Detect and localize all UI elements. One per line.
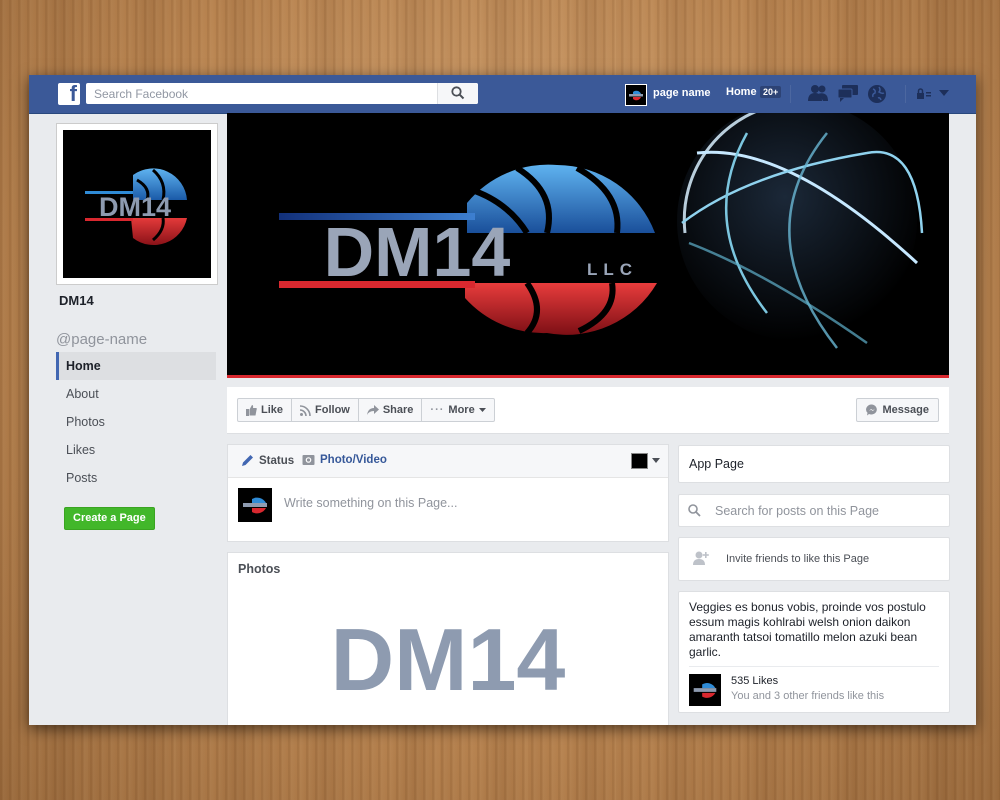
- likes-avatar: [689, 674, 721, 706]
- composer-tabs: Status Photo/Video: [228, 445, 668, 478]
- search-button[interactable]: [437, 83, 478, 104]
- sidebar-navigation: Home About Photos Likes Posts: [56, 352, 216, 492]
- messenger-icon: [865, 404, 877, 416]
- facebook-logo-letter: f: [69, 81, 77, 106]
- share-arrow-icon: [366, 405, 379, 415]
- action-button-group: Like Follow Share ··· More: [237, 398, 495, 422]
- dm14-mini-logo-icon: [693, 683, 717, 698]
- nav-divider-2: [905, 85, 906, 103]
- photos-logo-text: DM14: [331, 610, 566, 709]
- share-button-label: Share: [382, 404, 414, 416]
- friend-requests-icon[interactable]: [807, 84, 829, 102]
- profile-picture[interactable]: DM14: [56, 123, 218, 285]
- app-page-card[interactable]: App Page: [678, 445, 950, 483]
- sidebar-item-home[interactable]: Home: [56, 352, 216, 380]
- add-friend-icon: [693, 551, 709, 565]
- post-composer: Status Photo/Video Write something on th…: [227, 444, 669, 542]
- profile-logo-text: DM14: [99, 192, 171, 222]
- about-description: Veggies es bonus vobis, proinde vos post…: [689, 600, 926, 659]
- composer-avatar: [238, 488, 272, 522]
- page-action-bar: Like Follow Share ··· More Message: [227, 387, 949, 434]
- like-button[interactable]: Like: [238, 399, 293, 421]
- more-button[interactable]: ··· More: [422, 399, 493, 421]
- cover-logo-suffix: LLC: [587, 260, 638, 279]
- facebook-window: f page name Home 20+: [29, 75, 976, 725]
- top-navigation-bar: f page name Home 20+: [29, 75, 976, 114]
- privacy-lock-icon[interactable]: [916, 88, 932, 100]
- more-button-label: More: [448, 404, 475, 416]
- about-card: Veggies es bonus vobis, proinde vos post…: [678, 591, 950, 713]
- sidebar-item-posts[interactable]: Posts: [56, 464, 216, 492]
- invite-friends-label: Invite friends to like this Page: [726, 553, 870, 565]
- message-button-label: Message: [882, 404, 929, 416]
- home-notification-badge: 20+: [760, 86, 782, 98]
- basketball-graphic: [677, 113, 924, 349]
- notifications-globe-icon[interactable]: [867, 84, 887, 104]
- pencil-icon: [242, 455, 253, 466]
- dm14-mini-logo-icon: [243, 497, 267, 514]
- tab-photo-video[interactable]: Photo/Video: [302, 454, 387, 466]
- nav-divider: [790, 85, 791, 103]
- follow-button-label: Follow: [315, 404, 350, 416]
- page-posts-search-input[interactable]: [713, 500, 937, 522]
- photos-logo-image[interactable]: DM14: [228, 593, 668, 725]
- cover-logo-text: DM14: [324, 213, 511, 291]
- rss-follow-icon: [300, 404, 311, 416]
- sidebar-item-label: About: [66, 387, 99, 401]
- photo-tab-label: Photo/Video: [320, 454, 387, 466]
- sidebar-item-about[interactable]: About: [56, 380, 216, 408]
- dm14-mini-logo-icon: [629, 90, 643, 101]
- dm14-profile-logo: DM14: [85, 168, 187, 246]
- follow-button[interactable]: Follow: [292, 399, 359, 421]
- page-title[interactable]: DM14: [59, 293, 94, 308]
- likes-count[interactable]: 535 Likes: [731, 675, 778, 687]
- account-menu-chevron-down-icon[interactable]: [939, 90, 949, 97]
- composer-input[interactable]: Write something on this Page...: [284, 496, 457, 510]
- cover-photo[interactable]: DM14 LLC: [227, 113, 949, 378]
- app-page-label: App Page: [689, 457, 744, 471]
- facebook-logo-icon[interactable]: f: [58, 81, 80, 106]
- chevron-down-icon: [478, 407, 486, 412]
- post-as-chevron-down-icon[interactable]: [652, 458, 660, 463]
- sidebar-item-label: Posts: [66, 471, 98, 485]
- cover-red-stripe: [227, 375, 949, 378]
- cover-artwork: DM14 LLC: [279, 113, 924, 349]
- sidebar-item-likes[interactable]: Likes: [56, 436, 216, 464]
- status-tab-label: Status: [259, 454, 295, 467]
- create-page-button[interactable]: Create a Page: [64, 507, 155, 530]
- about-divider: [689, 666, 939, 667]
- sidebar-item-label: Photos: [66, 415, 105, 429]
- search-icon: [451, 86, 465, 100]
- thumbs-up-icon: [246, 404, 257, 416]
- share-button[interactable]: Share: [359, 399, 423, 421]
- messages-icon[interactable]: [837, 84, 859, 102]
- post-as-avatar-icon[interactable]: [631, 453, 648, 469]
- tab-status[interactable]: Status: [241, 454, 294, 467]
- search-icon: [688, 504, 701, 517]
- sidebar-item-label: Home: [66, 359, 101, 373]
- invite-friends-card[interactable]: Invite friends to like this Page: [678, 537, 950, 581]
- profile-picture-image: DM14: [63, 130, 211, 278]
- search-input[interactable]: [86, 83, 442, 104]
- camera-icon: [302, 455, 315, 465]
- nav-page-name[interactable]: page name: [653, 87, 710, 99]
- sidebar-item-label: Likes: [66, 443, 96, 457]
- like-button-label: Like: [261, 404, 284, 416]
- sidebar-item-photos[interactable]: Photos: [56, 408, 216, 436]
- message-button[interactable]: Message: [855, 398, 939, 422]
- more-dots-icon: ···: [430, 404, 445, 416]
- search-box: [86, 83, 478, 104]
- friends-like-text: You and 3 other friends like this: [731, 690, 885, 702]
- nav-home-link[interactable]: Home: [726, 86, 757, 98]
- photos-card: Photos DM14: [227, 552, 669, 725]
- page-avatar-icon[interactable]: [625, 84, 647, 106]
- photos-card-title[interactable]: Photos: [238, 562, 280, 576]
- page-search-card: [678, 494, 950, 527]
- page-handle[interactable]: @page-name: [56, 331, 147, 348]
